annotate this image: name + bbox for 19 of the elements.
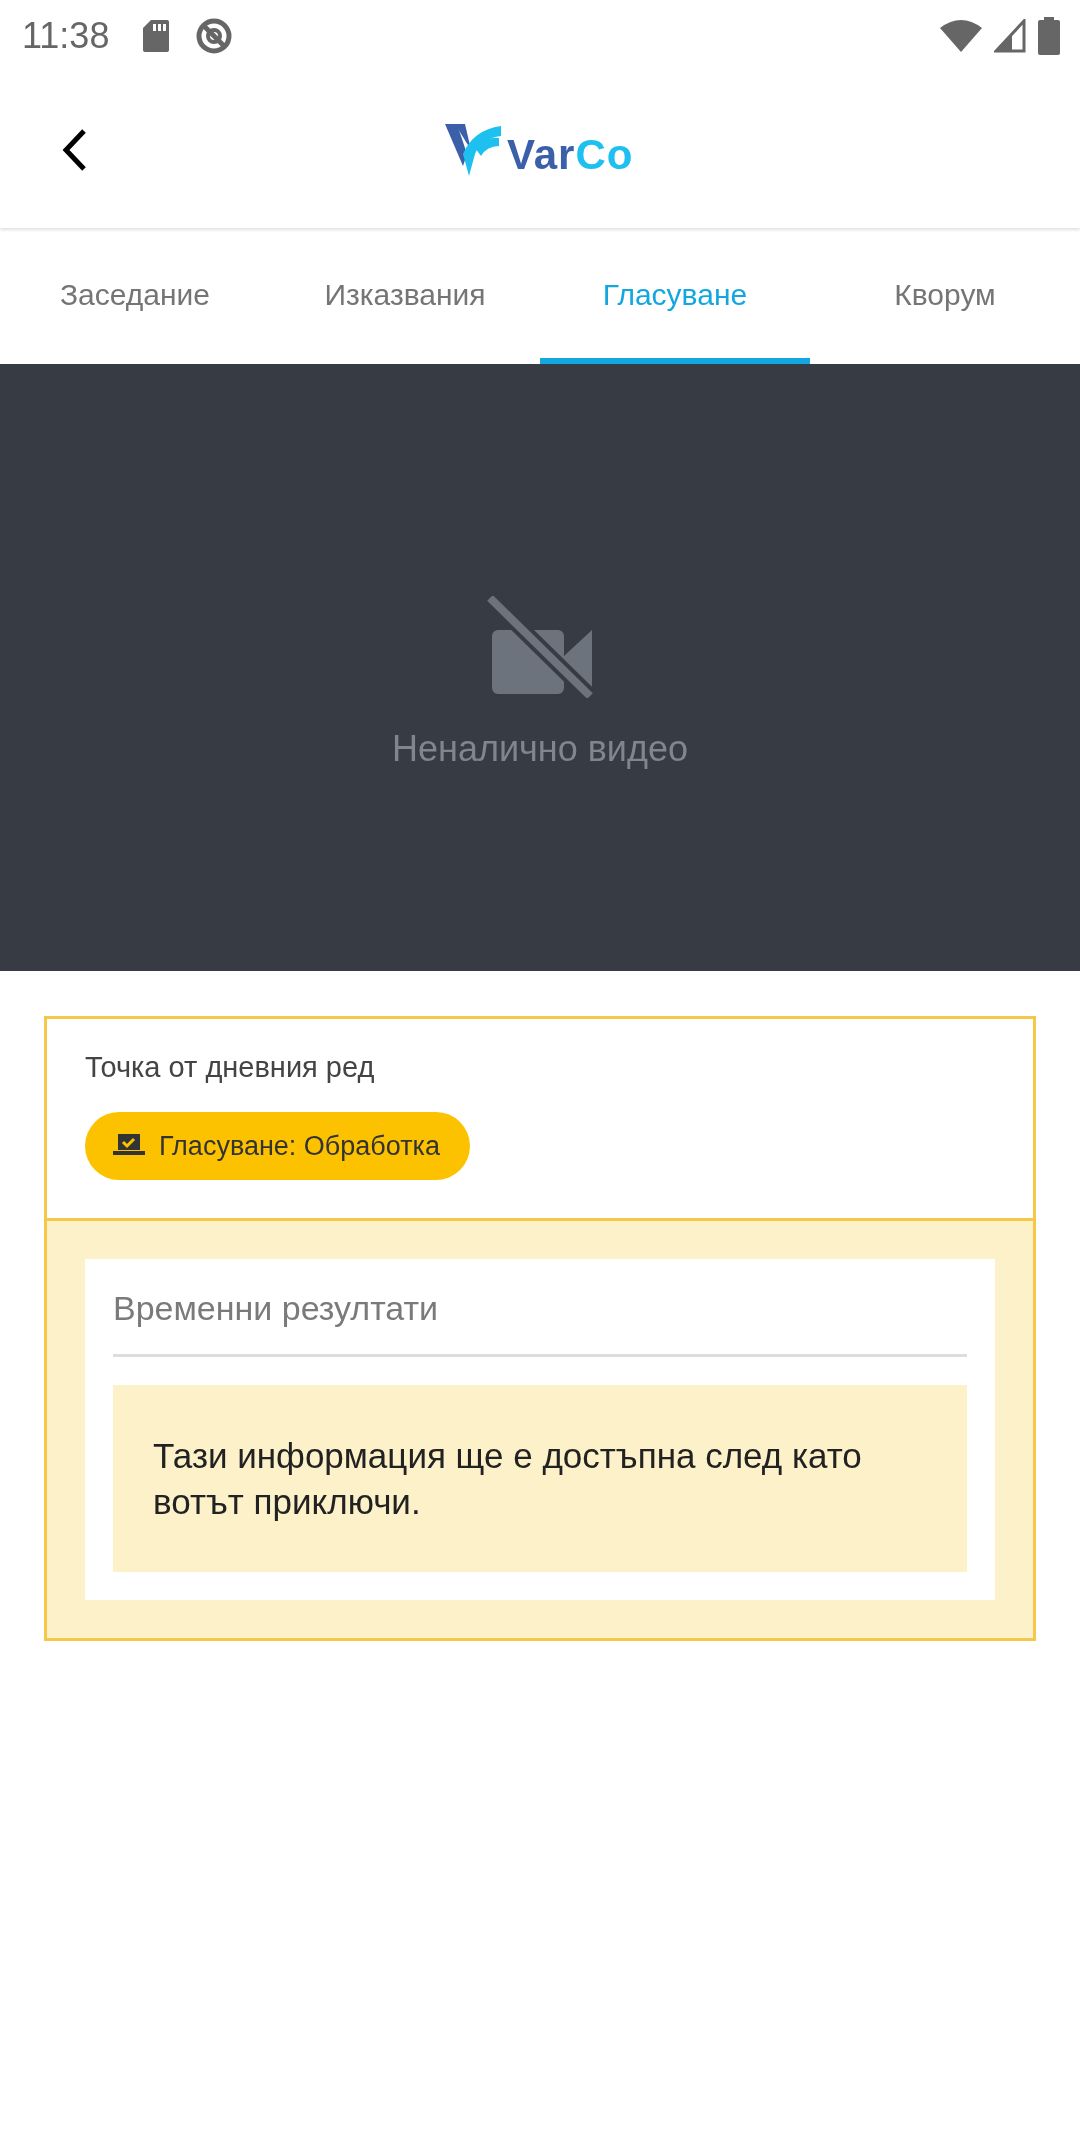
battery-icon <box>1038 17 1060 55</box>
circle-q-icon <box>195 17 234 55</box>
logo-wordmark: VarCo <box>507 134 634 176</box>
wifi-icon <box>940 20 982 52</box>
tab[interactable]: Изказвания <box>270 232 540 364</box>
notice-text: Тази информация ще е достъпна след като вотът приключи. <box>153 1436 862 1521</box>
results-heading: Временни резултати <box>113 1289 440 1329</box>
status-time: 11:38 <box>22 15 110 57</box>
video-off-icon <box>486 595 594 698</box>
signal-icon <box>994 19 1026 53</box>
ballot-icon <box>113 1134 145 1158</box>
logo-icon <box>445 124 501 176</box>
tab[interactable]: Кворум <box>810 232 1080 364</box>
status-badge: Гласуване: Обработка <box>85 1112 471 1180</box>
tab[interactable]: Заседание <box>0 232 270 364</box>
sd-card-icon <box>143 20 170 52</box>
back-button[interactable] <box>62 128 88 172</box>
video-message: Неналично видео <box>392 727 688 770</box>
agenda-title: Точка от дневния ред <box>85 1051 375 1084</box>
